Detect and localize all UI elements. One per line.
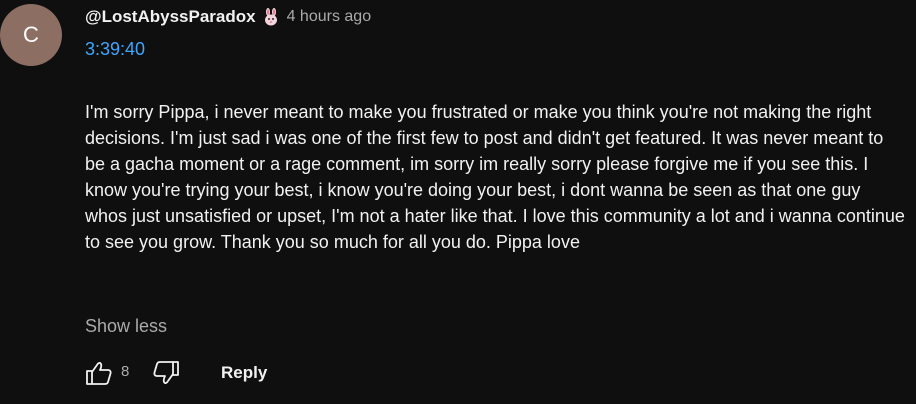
dislike-button[interactable] <box>151 359 181 387</box>
comment-header: @LostAbyssParadox 4 hours ago <box>85 6 371 28</box>
thumbs-down-icon <box>153 361 179 384</box>
thumbs-up-icon <box>86 362 112 385</box>
author-name[interactable]: @LostAbyssParadox <box>85 7 256 27</box>
avatar[interactable]: C <box>0 4 62 66</box>
like-count: 8 <box>121 363 130 380</box>
comment-actions: 8 Reply <box>85 356 385 390</box>
like-button[interactable] <box>85 359 113 387</box>
bunny-badge-icon <box>262 8 280 26</box>
timestamp-link[interactable]: 3:39:40 <box>85 39 145 60</box>
comment-time[interactable]: 4 hours ago <box>287 8 372 26</box>
show-less-button[interactable]: Show less <box>85 316 167 337</box>
reply-button[interactable]: Reply <box>221 363 267 383</box>
comment-text: I'm sorry Pippa, i never meant to make y… <box>85 102 905 252</box>
